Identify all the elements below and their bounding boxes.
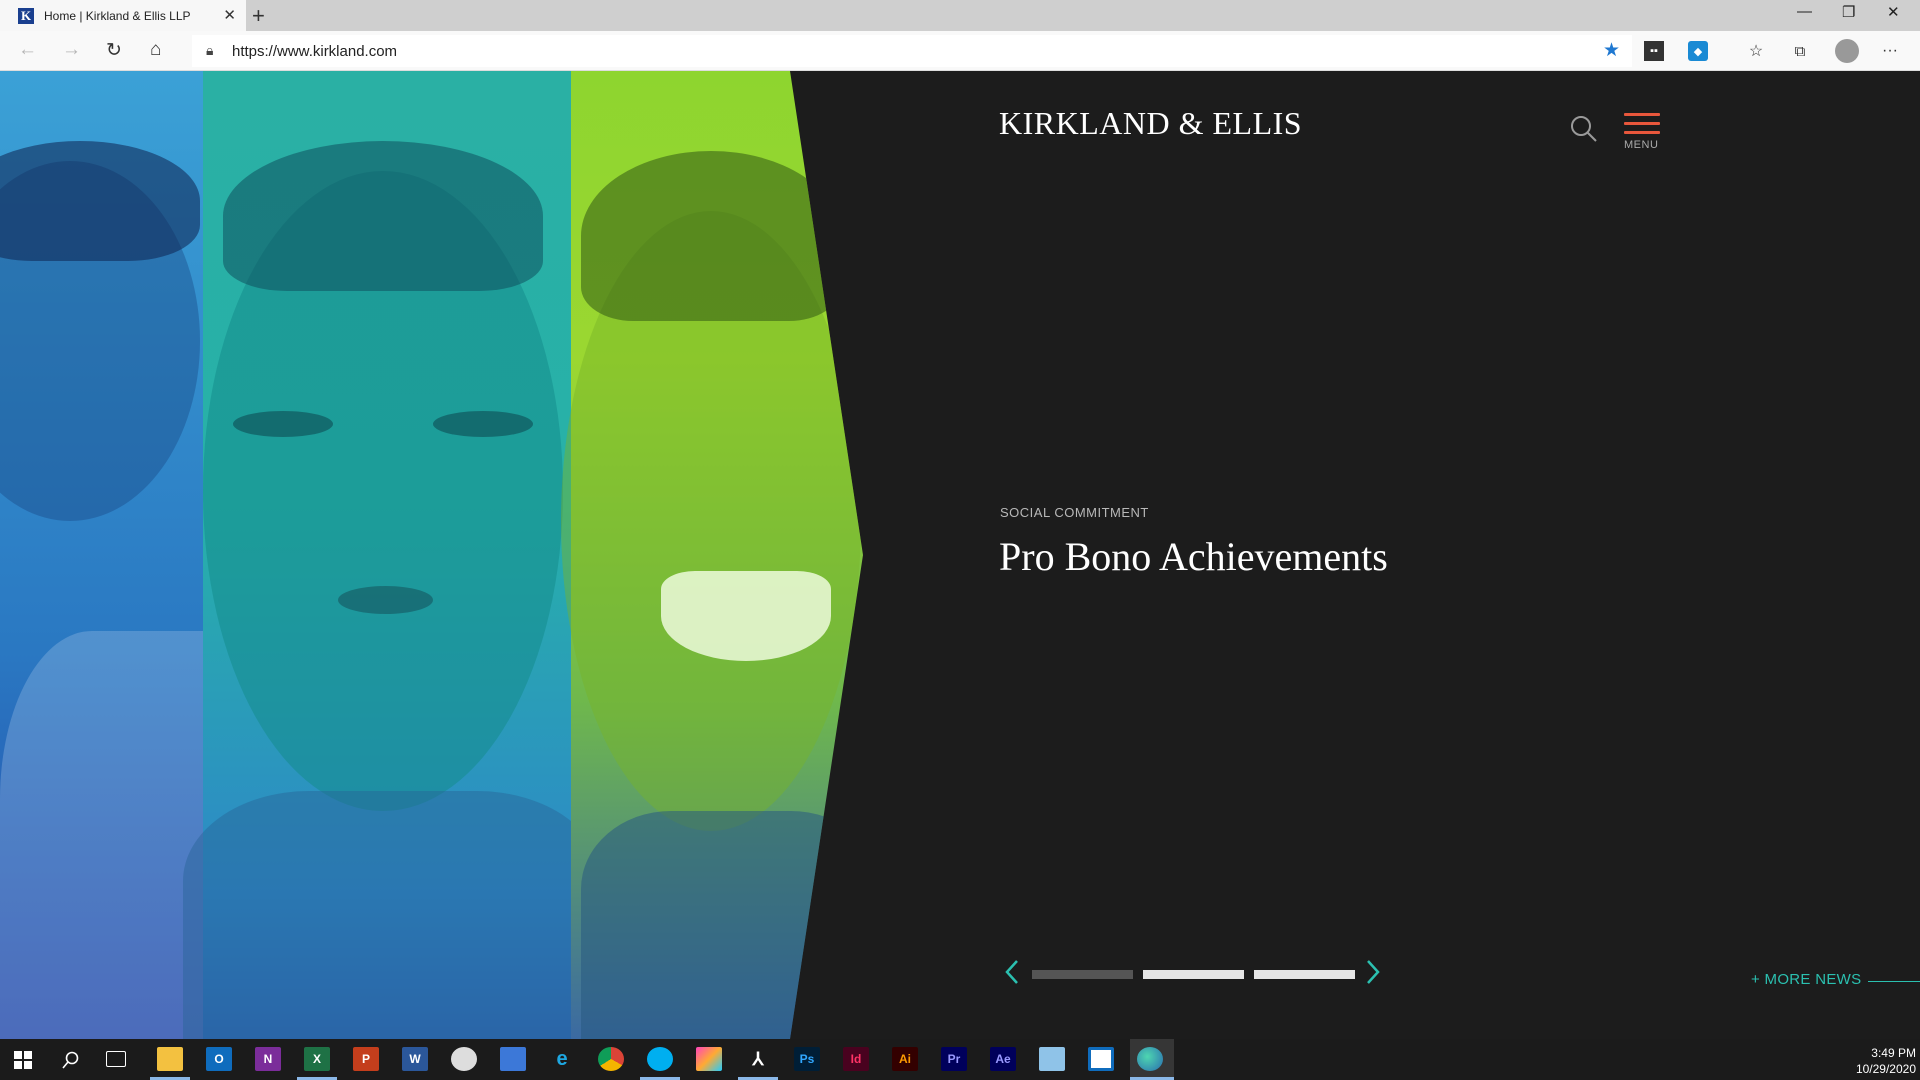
minimize-button[interactable]: — [1797, 3, 1812, 20]
powerpoint-icon[interactable]: P [353, 1047, 379, 1071]
search-icon[interactable] [1570, 115, 1598, 143]
extension-icon[interactable]: ▪▪ [1644, 41, 1664, 61]
home-icon[interactable]: ⌂ [150, 39, 161, 61]
hamburger-icon [1624, 113, 1660, 116]
carousel-indicator-3[interactable] [1254, 970, 1355, 979]
system-clock[interactable]: 3:49 PM 10/29/2020 [1856, 1045, 1916, 1077]
more-options-icon[interactable]: ··· [1880, 41, 1900, 61]
close-window-button[interactable]: ✕ [1887, 3, 1900, 21]
restore-button[interactable]: ❐ [1842, 3, 1855, 21]
hero-panel-green [561, 71, 863, 1039]
menu-button[interactable]: MENU [1624, 113, 1660, 151]
profile-avatar-icon[interactable] [1835, 39, 1859, 63]
lock-icon: 🔒︎ [206, 42, 214, 58]
collections-icon[interactable]: ⧉ [1790, 41, 1810, 61]
hero-image [0, 71, 863, 1039]
new-tab-button[interactable]: + [252, 3, 265, 29]
outlook-icon[interactable]: O [206, 1047, 232, 1071]
file-explorer-icon[interactable] [157, 1047, 183, 1071]
favorite-star-icon[interactable]: ★ [1603, 39, 1620, 62]
skype-icon[interactable] [647, 1047, 673, 1071]
taskbar-search-icon[interactable] [62, 1051, 80, 1069]
url-text[interactable]: https://www.kirkland.com [232, 43, 397, 60]
chrome-icon[interactable] [598, 1047, 624, 1071]
excel-icon[interactable]: X [304, 1047, 330, 1071]
tab-close-icon[interactable]: ✕ [223, 6, 236, 24]
address-bar[interactable]: 🔒︎ https://www.kirkland.com ★ [192, 35, 1632, 67]
favorites-list-icon[interactable]: ☆ [1746, 41, 1766, 61]
more-news-link[interactable]: + MORE NEWS [1751, 971, 1861, 988]
illustrator-icon[interactable]: Ai [892, 1047, 918, 1071]
clock-time: 3:49 PM [1871, 1046, 1916, 1060]
slide-headline[interactable]: Pro Bono Achievements [999, 533, 1388, 580]
premiere-icon[interactable]: Pr [941, 1047, 967, 1071]
paint-icon[interactable] [1039, 1047, 1065, 1071]
carousel-prev-icon[interactable] [1003, 959, 1021, 985]
windows-taskbar: O N X P W e ⅄ Ps Id Ai Pr Ae 3:49 PM 10/… [0, 1039, 1920, 1080]
onenote-icon[interactable]: N [255, 1047, 281, 1071]
after-effects-icon[interactable]: Ae [990, 1047, 1016, 1071]
extension-blue-icon[interactable]: ◆ [1688, 41, 1708, 61]
creative-cloud-icon[interactable] [696, 1047, 722, 1071]
more-news-underline [1868, 981, 1920, 982]
task-view-icon[interactable] [106, 1051, 126, 1067]
carousel-indicator-2[interactable] [1143, 970, 1244, 979]
menu-label: MENU [1624, 139, 1659, 151]
page-content: KIRKLAND & ELLIS MENU SOCIAL COMMITMENT … [0, 71, 1920, 1039]
slide-category: SOCIAL COMMITMENT [1000, 505, 1149, 520]
hero-panel-teal [183, 71, 603, 1039]
internet-explorer-icon[interactable]: e [549, 1047, 575, 1071]
tab-title: Home | Kirkland & Ellis LLP [44, 8, 191, 23]
back-arrow-icon[interactable]: ← [18, 39, 37, 61]
carousel-indicator-1[interactable] [1032, 970, 1133, 979]
word-icon[interactable]: W [402, 1047, 428, 1071]
forward-arrow-icon[interactable]: → [62, 39, 81, 61]
browser-tab-strip: K Home | Kirkland & Ellis LLP ✕ + — ❐ ✕ [0, 0, 1920, 31]
kirkland-favicon-icon: K [18, 7, 34, 24]
notepad-icon[interactable] [500, 1047, 526, 1071]
indesign-icon[interactable]: Id [843, 1047, 869, 1071]
outlook-calendar-icon[interactable] [1088, 1047, 1114, 1071]
hero-panel-blue [0, 71, 230, 1039]
acrobat-icon[interactable]: ⅄ [745, 1047, 771, 1071]
clock-date: 10/29/2020 [1855, 1062, 1916, 1076]
windows-start-icon[interactable] [14, 1051, 32, 1069]
kirkland-logo[interactable]: KIRKLAND & ELLIS [999, 105, 1302, 142]
clock-app-icon[interactable] [451, 1047, 477, 1071]
browser-toolbar: ← → ↻ ⌂ 🔒︎ https://www.kirkland.com ★ ▪▪… [0, 31, 1920, 71]
carousel-next-icon[interactable] [1364, 959, 1382, 985]
refresh-icon[interactable]: ↻ [106, 39, 122, 62]
photoshop-icon[interactable]: Ps [794, 1047, 820, 1071]
browser-tab[interactable]: K Home | Kirkland & Ellis LLP ✕ [0, 0, 246, 31]
